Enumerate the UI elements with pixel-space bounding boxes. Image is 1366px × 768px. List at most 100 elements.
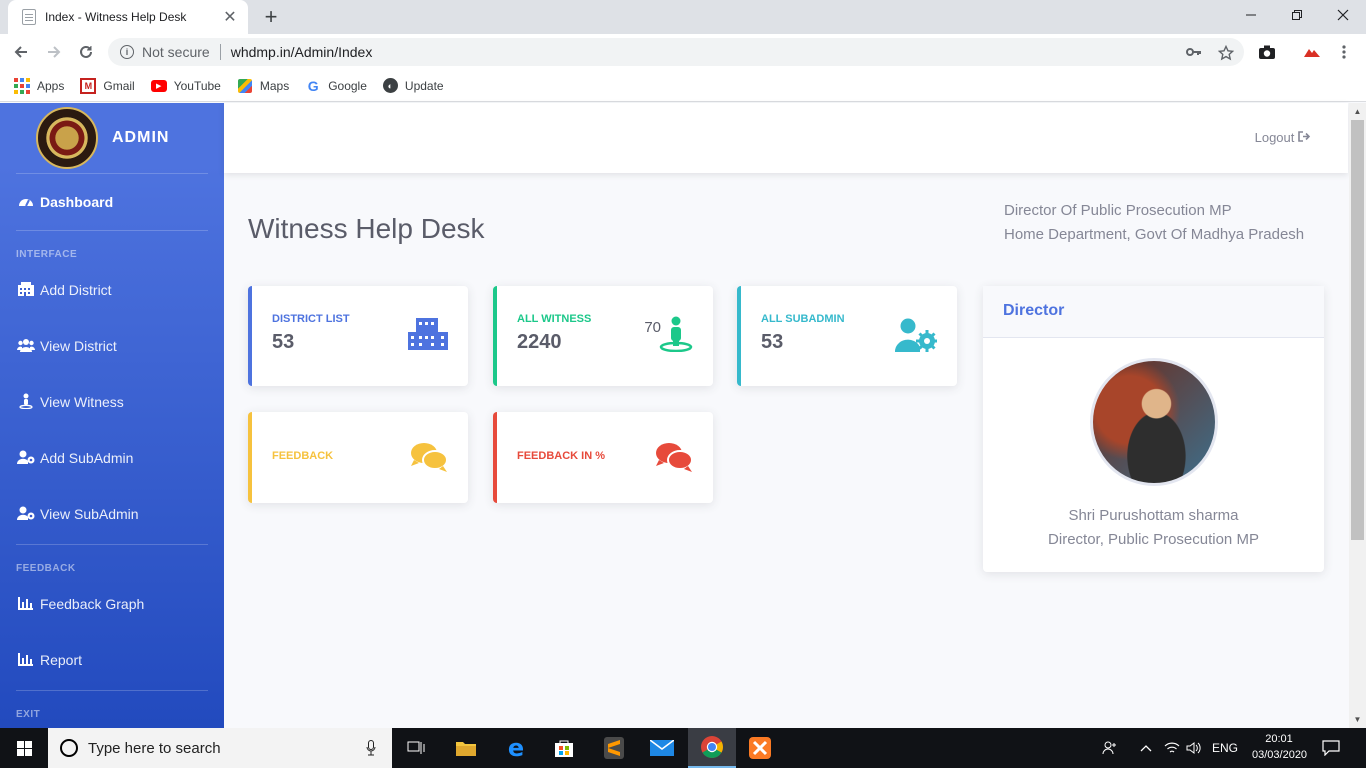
director-info: Shri Purushottam sharma Director, Public… xyxy=(983,504,1324,552)
brand-text: ADMIN xyxy=(112,129,170,146)
bookmark-label: YouTube xyxy=(173,78,221,93)
screenshot-extension-icon[interactable] xyxy=(1255,40,1279,64)
clock-date: 03/03/2020 xyxy=(1252,749,1308,761)
people-icon[interactable] xyxy=(1102,728,1118,768)
bookmark-label: Google xyxy=(328,78,367,93)
update-icon: ◐ xyxy=(382,78,398,93)
bookmark-apps[interactable]: Apps xyxy=(14,77,65,94)
topbar: Logout xyxy=(224,103,1348,173)
street-view-icon xyxy=(659,316,693,355)
feedback-percent-card[interactable]: FEEDBACK IN % xyxy=(493,412,713,503)
omnibox[interactable]: i Not secure whdmp.in/Admin/Index xyxy=(108,38,1244,66)
bookmark-label: Gmail xyxy=(103,78,135,93)
chrome-menu-icon[interactable] xyxy=(1332,40,1356,64)
sidebar-item-report[interactable]: Report xyxy=(0,632,224,688)
reload-button[interactable] xyxy=(74,40,98,64)
director-card: Director Shri Purushottam sharma Directo… xyxy=(983,286,1324,572)
tab-title: Index - Witness Help Desk xyxy=(45,10,187,24)
sidebar-item-view-district[interactable]: View District xyxy=(0,318,224,374)
all-witness-card[interactable]: ALL WITNESS 2240 70 xyxy=(493,286,713,386)
taskbar-search[interactable]: Type here to search xyxy=(48,728,392,768)
taskbar-search-placeholder: Type here to search xyxy=(88,739,221,757)
file-explorer-icon[interactable] xyxy=(442,728,490,768)
bookmarks-bar: Apps M Gmail ▶ YouTube Maps G Google ◐ U… xyxy=(0,70,1366,102)
scroll-down-arrow-icon[interactable]: ▼ xyxy=(1349,711,1366,728)
browser-tab[interactable]: Index - Witness Help Desk ✕ xyxy=(8,0,248,34)
address-bar-row: i Not secure whdmp.in/Admin/Index xyxy=(0,34,1366,70)
close-icon xyxy=(1337,9,1349,21)
tab-close-icon[interactable]: ✕ xyxy=(222,7,238,27)
sidebar-brand[interactable]: ADMIN xyxy=(0,103,224,173)
sidebar-item-label: View SubAdmin xyxy=(40,506,139,522)
security-status[interactable]: Not secure xyxy=(142,44,210,60)
bookmark-label: Apps xyxy=(37,78,65,93)
scroll-thumb[interactable] xyxy=(1351,120,1364,540)
edge-browser-icon[interactable]: e xyxy=(492,728,540,768)
bookmark-star-icon[interactable] xyxy=(1217,44,1235,65)
sidebar-item-label: Dashboard xyxy=(40,194,114,210)
sidebar-divider xyxy=(16,690,208,691)
sidebar-item-add-district[interactable]: Add District xyxy=(0,262,224,318)
feedback-card[interactable]: FEEDBACK xyxy=(248,412,468,503)
sidebar-item-label: Report xyxy=(40,652,83,668)
sublime-text-icon[interactable] xyxy=(590,728,638,768)
bookmark-gmail[interactable]: M Gmail xyxy=(80,77,135,94)
microphone-icon[interactable] xyxy=(366,740,376,759)
bookmark-maps[interactable]: Maps xyxy=(237,78,289,94)
person-icon xyxy=(16,393,36,412)
user-cog-icon xyxy=(16,506,36,523)
chart-bar-icon xyxy=(16,652,36,669)
sidebar-item-view-witness[interactable]: View Witness xyxy=(0,374,224,430)
notifications-icon[interactable] xyxy=(1322,728,1340,768)
apps-grid-icon xyxy=(14,77,30,94)
language-indicator[interactable]: ENG xyxy=(1212,728,1238,768)
sidebar-item-feedback-graph[interactable]: Feedback Graph xyxy=(0,576,224,632)
bookmark-youtube[interactable]: ▶ YouTube xyxy=(150,78,221,93)
gmail-icon: M xyxy=(80,77,97,94)
director-card-header: Director xyxy=(983,286,1324,338)
bookmark-google[interactable]: G Google xyxy=(305,78,367,94)
sidebar-heading-feedback: FEEDBACK xyxy=(16,563,76,574)
scroll-up-arrow-icon[interactable]: ▲ xyxy=(1349,103,1366,120)
all-subadmin-card[interactable]: ALL SUBADMIN 53 xyxy=(737,286,957,386)
close-window-button[interactable] xyxy=(1320,0,1366,30)
url-text[interactable]: whdmp.in/Admin/Index xyxy=(231,44,373,60)
task-view-icon[interactable] xyxy=(392,728,440,768)
page-scrollbar[interactable]: ▲ ▼ xyxy=(1349,103,1366,728)
sidebar-item-label: Add District xyxy=(40,282,112,298)
windows-taskbar: Type here to search e ENG 20:01 03/03/20… xyxy=(0,728,1366,768)
sidebar-item-add-subadmin[interactable]: Add SubAdmin xyxy=(0,430,224,486)
forward-button[interactable] xyxy=(42,40,66,64)
store-icon[interactable] xyxy=(540,728,588,768)
logout-label: Logout xyxy=(1254,130,1295,145)
volume-icon[interactable] xyxy=(1186,728,1202,768)
back-arrow-icon xyxy=(14,46,27,58)
director-name: Shri Purushottam sharma xyxy=(1068,507,1239,524)
info-icon[interactable]: i xyxy=(120,45,134,59)
taskbar-clock[interactable]: 20:01 03/03/2020 xyxy=(1252,731,1308,763)
key-icon[interactable] xyxy=(1186,45,1202,63)
bookmark-update[interactable]: ◐ Update xyxy=(382,78,444,93)
logout-link[interactable]: Logout xyxy=(1255,130,1312,145)
new-tab-button[interactable]: + xyxy=(260,4,282,30)
department-line-2: Home Department, Govt Of Madhya Pradesh xyxy=(1004,226,1305,243)
restore-button[interactable] xyxy=(1274,0,1320,30)
sidebar-item-dashboard[interactable]: Dashboard xyxy=(0,174,224,230)
chrome-taskbar-icon[interactable] xyxy=(688,728,736,768)
show-hidden-icons-chevron-icon[interactable] xyxy=(1140,728,1152,768)
wifi-icon[interactable] xyxy=(1164,728,1180,768)
mail-icon[interactable] xyxy=(638,728,686,768)
start-button[interactable] xyxy=(0,728,48,768)
bookmark-label: Maps xyxy=(259,78,290,93)
users-icon xyxy=(16,338,36,355)
xampp-icon[interactable] xyxy=(736,728,784,768)
sidebar-item-view-subadmin[interactable]: View SubAdmin xyxy=(0,486,224,542)
minimize-button[interactable] xyxy=(1228,0,1274,30)
back-button[interactable] xyxy=(9,40,33,64)
district-list-card[interactable]: DISTRICT LIST 53 xyxy=(248,286,468,386)
restore-icon xyxy=(1292,10,1302,20)
user-cog-icon xyxy=(894,318,938,355)
sidebar-item-label: Feedback Graph xyxy=(40,596,145,612)
profile-extension-icon[interactable] xyxy=(1300,40,1324,64)
minimize-icon xyxy=(1246,14,1256,16)
